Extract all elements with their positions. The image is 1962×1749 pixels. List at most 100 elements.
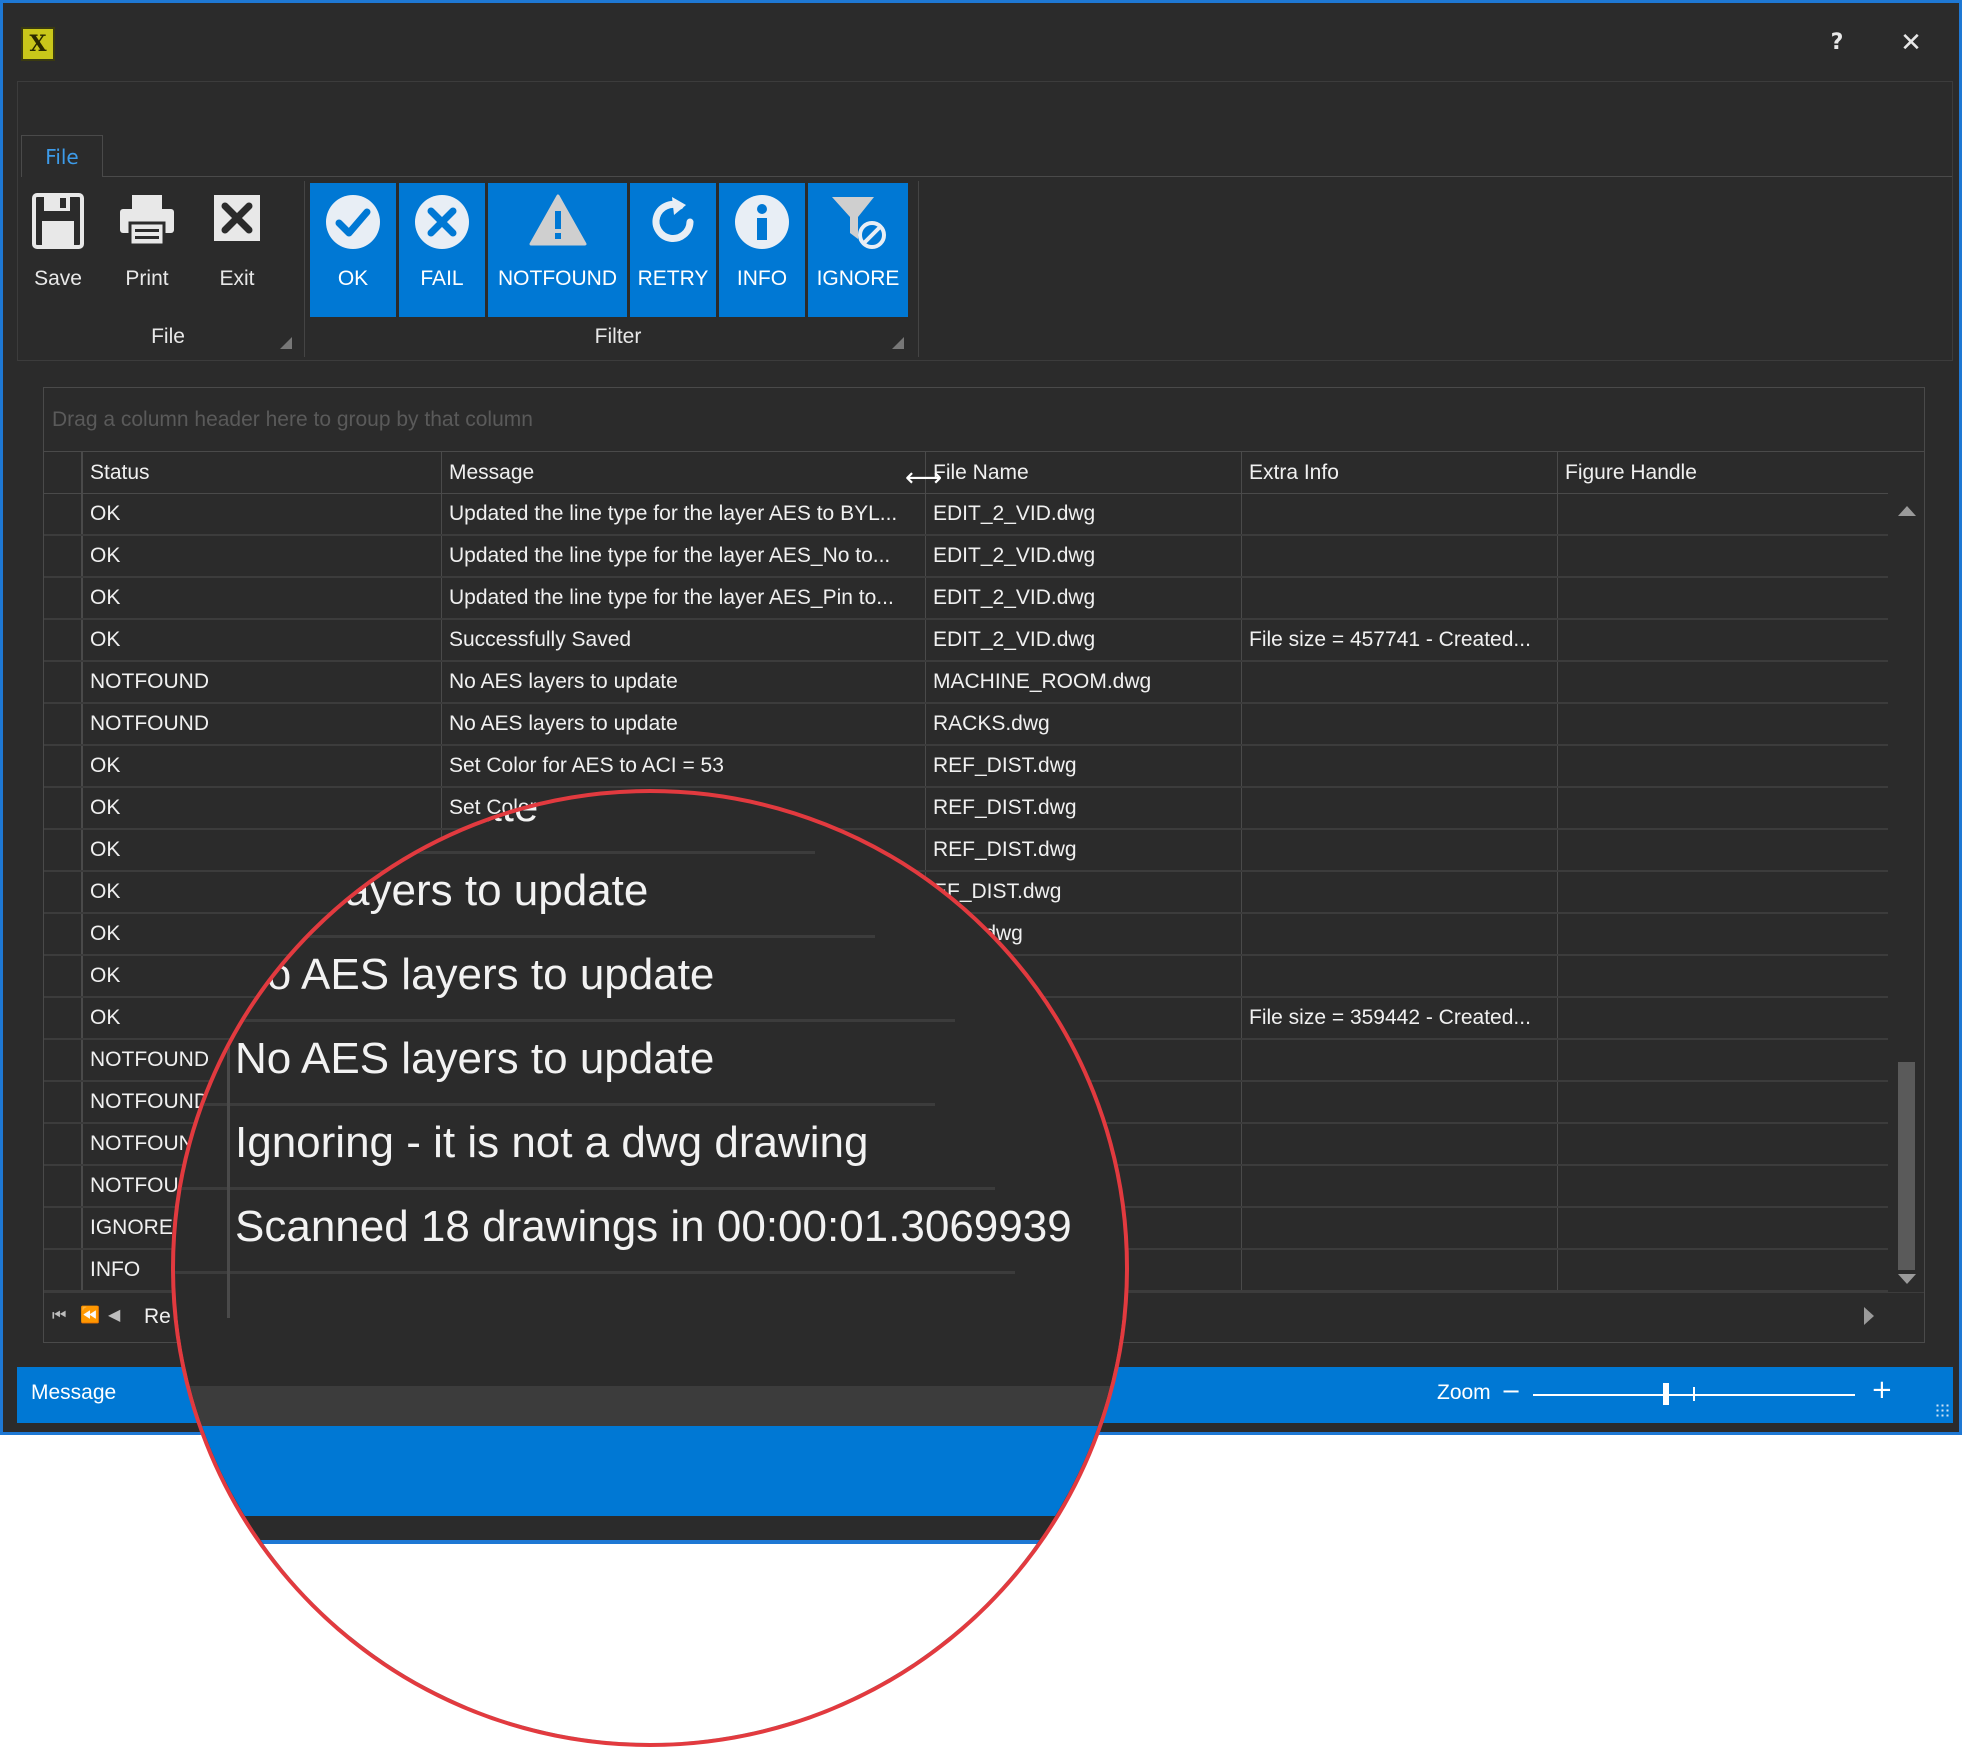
zoom-in-button[interactable]: +	[1871, 1375, 1893, 1405]
cell-extra-info[interactable]	[1241, 1250, 1557, 1290]
cell-file-name[interactable]: EDIT_2_VID.dwg	[925, 620, 1241, 660]
cell-figure-handle[interactable]	[1557, 662, 1888, 702]
cell-message[interactable]: No AES layers to update	[441, 662, 925, 702]
file-group-launcher-icon[interactable]	[280, 337, 292, 349]
cell-extra-info[interactable]	[1241, 788, 1557, 828]
filter-fail-button[interactable]: FAIL	[399, 183, 485, 317]
cell-file-name[interactable]: REF_DIST.dwg	[925, 746, 1241, 786]
column-header-status[interactable]: Status	[82, 452, 441, 494]
table-row[interactable]: OK Updated the line type for the layer AE…	[44, 578, 1888, 620]
cell-extra-info[interactable]	[1241, 1208, 1557, 1248]
cell-status[interactable]: OK	[82, 620, 441, 660]
cell-file-name[interactable]: EDIT_2_VID.dwg	[925, 536, 1241, 576]
cell-status[interactable]: NOTFOUND	[82, 662, 441, 702]
cell-file-name[interactable]: EDIT_2_VID.dwg	[925, 494, 1241, 534]
cell-file-name[interactable]: RACKS.dwg	[925, 704, 1241, 744]
cell-figure-handle[interactable]	[1557, 956, 1888, 996]
cell-status[interactable]: OK	[82, 578, 441, 618]
cell-extra-info[interactable]	[1241, 1124, 1557, 1164]
cell-message[interactable]: No AES layers to update	[441, 704, 925, 744]
cell-message[interactable]: Updated the line type for the layer AES_…	[441, 578, 925, 618]
cell-status[interactable]: OK	[82, 494, 441, 534]
cell-figure-handle[interactable]	[1557, 746, 1888, 786]
cell-message[interactable]: Updated the line type for the layer AES_…	[441, 536, 925, 576]
filter-info-button[interactable]: INFO	[719, 183, 805, 317]
filter-ok-button[interactable]: OK	[310, 183, 396, 317]
cell-figure-handle[interactable]	[1557, 872, 1888, 912]
cell-extra-info[interactable]	[1241, 956, 1557, 996]
cell-file-name[interactable]: EF_DIST.dwg	[925, 872, 1241, 912]
cell-extra-info[interactable]: File size = 359442 - Created...	[1241, 998, 1557, 1038]
tab-file[interactable]: File	[21, 135, 103, 177]
size-grip-icon[interactable]	[1935, 1403, 1949, 1417]
exit-button[interactable]: Exit	[210, 183, 264, 317]
cell-figure-handle[interactable]	[1557, 536, 1888, 576]
filter-group-launcher-icon[interactable]	[892, 337, 904, 349]
cell-status[interactable]: OK	[82, 536, 441, 576]
filter-retry-button[interactable]: RETRY	[630, 183, 716, 317]
print-button[interactable]: Print	[114, 183, 180, 317]
cell-extra-info[interactable]	[1241, 1040, 1557, 1080]
table-row[interactable]: OK Updated the line type for the layer AE…	[44, 494, 1888, 536]
cell-figure-handle[interactable]	[1557, 1124, 1888, 1164]
cell-extra-info[interactable]	[1241, 494, 1557, 534]
column-header-file-name[interactable]: File Name	[925, 452, 1241, 494]
cell-file-name[interactable]: REF_DIST.dwg	[925, 830, 1241, 870]
cell-extra-info[interactable]	[1241, 872, 1557, 912]
cell-figure-handle[interactable]	[1557, 494, 1888, 534]
help-button[interactable]: ?	[1817, 25, 1857, 61]
cell-figure-handle[interactable]	[1557, 704, 1888, 744]
save-button[interactable]: Save	[32, 183, 84, 317]
close-button[interactable]: ✕	[1891, 25, 1931, 61]
cell-figure-handle[interactable]	[1557, 1208, 1888, 1248]
vertical-scrollbar[interactable]	[1890, 494, 1924, 1292]
cell-figure-handle[interactable]	[1557, 830, 1888, 870]
cell-file-name[interactable]: REF_DIST.dwg	[925, 788, 1241, 828]
cell-figure-handle[interactable]	[1557, 1082, 1888, 1122]
zoom-out-button[interactable]: −	[1501, 1377, 1521, 1405]
table-row[interactable]: NOTFOUND No AES layers to update MACHINE_R…	[44, 662, 1888, 704]
table-row[interactable]: OK Set Color for AES to ACI = 53 REF_DIST.…	[44, 746, 1888, 788]
cell-figure-handle[interactable]	[1557, 1250, 1888, 1290]
table-row[interactable]: NOTFOUND No AES layers to update RACKS.dwg	[44, 704, 1888, 746]
cell-extra-info[interactable]	[1241, 662, 1557, 702]
previous-record-icon[interactable]: ◀	[108, 1305, 120, 1324]
cell-status[interactable]: NOTFOUND	[82, 704, 441, 744]
cell-figure-handle[interactable]	[1557, 788, 1888, 828]
scroll-right-icon[interactable]	[1864, 1307, 1874, 1325]
cell-extra-info[interactable]	[1241, 914, 1557, 954]
cell-extra-info[interactable]: File size = 457741 - Created...	[1241, 620, 1557, 660]
scroll-up-icon[interactable]	[1898, 506, 1916, 516]
zoom-slider-thumb[interactable]	[1663, 1383, 1669, 1405]
group-panel[interactable]: Drag a column header here to group by th…	[44, 388, 1924, 452]
cell-extra-info[interactable]	[1241, 1166, 1557, 1206]
scroll-thumb[interactable]	[1898, 1062, 1915, 1270]
cell-figure-handle[interactable]	[1557, 1040, 1888, 1080]
table-row[interactable]: OK Successfully Saved EDIT_2_VID.dwg File s…	[44, 620, 1888, 662]
cell-status[interactable]: OK	[82, 746, 441, 786]
cell-extra-info[interactable]	[1241, 704, 1557, 744]
cell-extra-info[interactable]	[1241, 536, 1557, 576]
cell-extra-info[interactable]	[1241, 830, 1557, 870]
cell-extra-info[interactable]	[1241, 746, 1557, 786]
table-row[interactable]: OK Updated the line type for the layer AE…	[44, 536, 1888, 578]
cell-message[interactable]: Successfully Saved	[441, 620, 925, 660]
cell-figure-handle[interactable]	[1557, 998, 1888, 1038]
cell-figure-handle[interactable]	[1557, 914, 1888, 954]
cell-message[interactable]: Updated the line type for the layer AES …	[441, 494, 925, 534]
filter-ignore-button[interactable]: IGNORE	[808, 183, 908, 317]
cell-extra-info[interactable]	[1241, 1082, 1557, 1122]
previous-page-icon[interactable]: ⏪	[80, 1305, 100, 1324]
first-page-icon[interactable]: ⏮	[52, 1305, 66, 1325]
column-header-figure-handle[interactable]: Figure Handle	[1557, 452, 1888, 494]
cell-file-name[interactable]: EDIT_2_VID.dwg	[925, 578, 1241, 618]
cell-file-name[interactable]: MACHINE_ROOM.dwg	[925, 662, 1241, 702]
cell-extra-info[interactable]	[1241, 578, 1557, 618]
cell-message[interactable]: Set Color for AES to ACI = 53	[441, 746, 925, 786]
column-header-message[interactable]: Message	[441, 452, 925, 494]
cell-figure-handle[interactable]	[1557, 1166, 1888, 1206]
column-header-extra-info[interactable]: Extra Info	[1241, 452, 1557, 494]
scroll-down-icon[interactable]	[1898, 1274, 1916, 1284]
cell-figure-handle[interactable]	[1557, 578, 1888, 618]
cell-figure-handle[interactable]	[1557, 620, 1888, 660]
